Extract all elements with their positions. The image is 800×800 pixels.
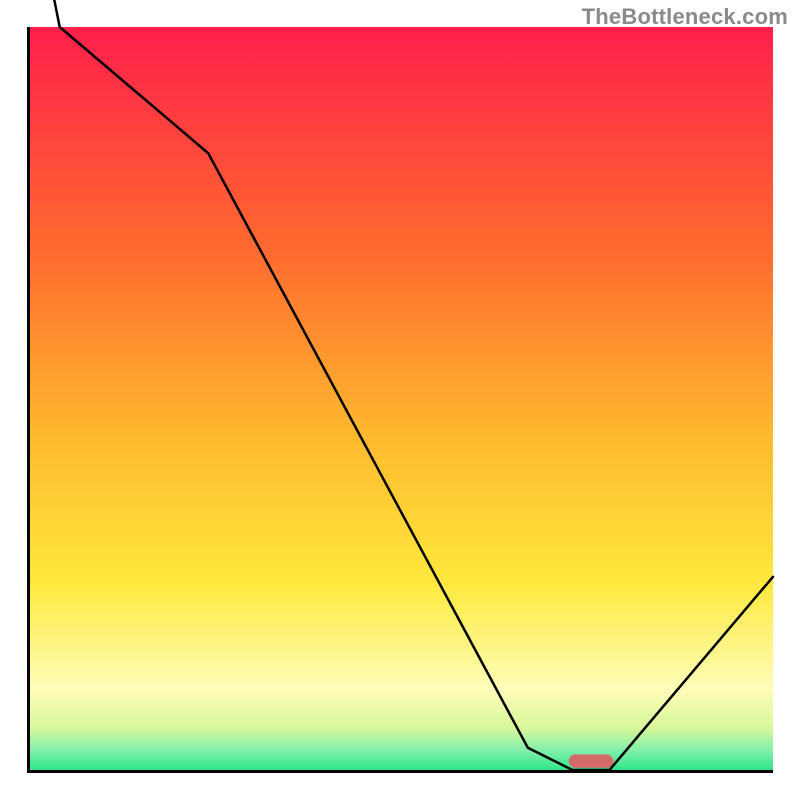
optimal-marker — [569, 754, 614, 767]
chart-container: TheBottleneck.com — [0, 0, 800, 800]
bottleneck-curve — [30, 0, 773, 770]
plot-frame — [27, 27, 773, 773]
curve-layer — [30, 27, 773, 770]
